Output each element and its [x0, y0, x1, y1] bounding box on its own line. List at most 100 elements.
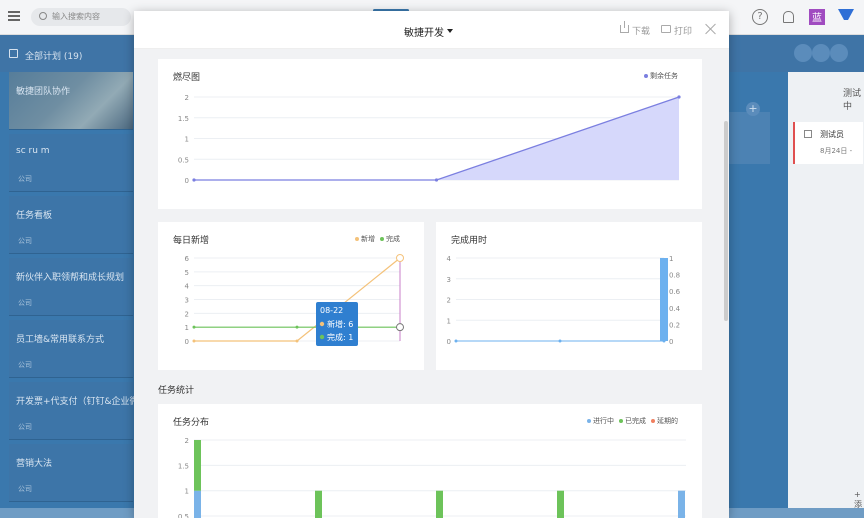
search-placeholder: 输入搜索内容 [52, 12, 100, 21]
close-icon[interactable] [705, 23, 717, 35]
y-tick-label: 4 [447, 255, 452, 263]
project-tag: 公司 [18, 361, 32, 369]
data-point [662, 339, 666, 343]
y-tick-label: 0 [185, 177, 189, 185]
tooltip-marker [319, 321, 325, 327]
hover-point [396, 254, 404, 262]
chart-legend: 新增 完成 [350, 234, 400, 244]
project-tag: 公司 [18, 299, 32, 307]
y-tick-label: 1 [447, 317, 451, 325]
chart-title: 每日新增 [173, 236, 210, 246]
chart-legend: 进行中 已完成 延期的 [582, 416, 678, 426]
bar [678, 490, 685, 518]
modal-body: 燃尽图 剩余任务 0 0.5 1 1.5 2 每日新增 新增 完成 0 1 2 3 4 5 6 08-2… [134, 49, 729, 518]
chart-title: 完成用时 [451, 236, 488, 246]
data-point [192, 178, 196, 182]
search-icon [39, 12, 47, 20]
chart-legend: 剩余任务 [639, 71, 678, 81]
menu-icon[interactable] [8, 11, 20, 21]
view-list-button[interactable] [794, 44, 812, 62]
print-button[interactable]: 打印 [674, 24, 692, 37]
project-name: sc ru m [16, 146, 50, 156]
project-name: 开发票+代支付（钉钉&企业微… [16, 397, 148, 407]
y-tick-label: 2 [447, 297, 451, 305]
tooltip-marker [319, 334, 325, 340]
y-tick-label: 2 [185, 437, 189, 445]
legend-item: 新增 [361, 235, 375, 243]
avatar[interactable]: 蓝 [809, 9, 825, 25]
y-tick-label: 5 [185, 269, 189, 277]
card-placeholder [728, 112, 770, 164]
project-tag: 公司 [18, 423, 32, 431]
project-card[interactable]: 敏捷团队协作 [9, 72, 133, 130]
diamond-icon[interactable] [838, 9, 854, 25]
help-icon[interactable]: ? [752, 9, 768, 25]
project-tag: 公司 [18, 485, 32, 493]
data-point [295, 339, 299, 343]
download-button[interactable]: 下载 [632, 24, 650, 37]
y-tick-label: 0.5 [178, 513, 189, 518]
project-name: 营销大法 [16, 459, 53, 469]
y-tick-label: 3 [185, 297, 189, 305]
task-checkbox[interactable] [804, 130, 812, 138]
bar [194, 490, 201, 518]
search-input[interactable]: 输入搜索内容 [31, 8, 131, 26]
y2-tick-label: 0.4 [669, 305, 681, 313]
project-card[interactable]: 员工墙&常用联系方式 公司 [9, 320, 133, 378]
legend-item: 延期的 [657, 417, 678, 425]
y-tick-label: 2 [185, 94, 189, 102]
modal-title[interactable]: 敏捷开发 [404, 24, 444, 39]
y-tick-label: 1.5 [178, 462, 189, 470]
legend-item: 已完成 [625, 417, 646, 425]
bar [436, 490, 443, 518]
y-tick-label: 6 [185, 255, 190, 263]
modal-scrollbar[interactable] [724, 121, 728, 321]
legend-item: 剩余任务 [650, 72, 678, 80]
project-name: 员工墙&常用联系方式 [16, 335, 105, 345]
y2-tick-label: 0.2 [669, 321, 680, 329]
data-point [558, 339, 562, 343]
project-name: 新伙伴入职领帮和成长规划 [16, 273, 125, 283]
chevron-down-icon[interactable] [447, 29, 453, 33]
y2-tick-label: 0.8 [669, 272, 680, 280]
project-card[interactable]: 新伙伴入职领帮和成长规划 公司 [9, 258, 133, 316]
data-point [434, 178, 439, 182]
data-point [295, 325, 299, 329]
project-card[interactable]: 任务看板 公司 [9, 196, 133, 254]
y2-tick-label: 1 [669, 255, 673, 263]
y-tick-label: 2 [185, 310, 189, 318]
view-board-button[interactable] [812, 44, 830, 62]
data-point [677, 95, 681, 99]
project-card[interactable]: 开发票+代支付（钉钉&企业微… 公司 [9, 382, 148, 440]
project-name: 任务看板 [16, 211, 53, 221]
plan-icon [9, 49, 18, 58]
plan-filter[interactable]: 全部计划 (19) [25, 49, 82, 62]
bar [660, 258, 668, 341]
task-title: 测试员 [820, 130, 844, 139]
y2-tick-label: 0.6 [669, 288, 681, 296]
print-icon[interactable] [661, 25, 671, 33]
y-tick-label: 0.5 [178, 156, 189, 164]
task-date: 8月24日 - [820, 147, 853, 155]
bell-icon[interactable] [780, 9, 796, 25]
download-icon[interactable] [620, 21, 629, 33]
task-card[interactable]: 测试员 8月24日 - [793, 122, 863, 164]
bar [194, 440, 201, 491]
section-label: 任务统计 [158, 386, 195, 396]
project-card[interactable]: 营销大法 公司 [9, 444, 133, 502]
y-tick-label: 4 [185, 283, 190, 291]
y-tick-label: 1.5 [178, 115, 189, 123]
add-list-button[interactable]: + [746, 102, 760, 116]
bar [315, 490, 322, 518]
project-name: 敏捷团队协作 [16, 87, 71, 97]
view-gantt-button[interactable] [830, 44, 848, 62]
y-tick-label: 1 [185, 136, 189, 144]
y-tick-label: 1 [185, 324, 189, 332]
lane-title: 测试中 [843, 89, 862, 112]
project-card[interactable]: sc ru m 公司 [9, 134, 133, 192]
hover-point [396, 323, 404, 332]
lane-testing: 测试中 测试员 8月24日 - + 添加任务 [788, 72, 864, 518]
duration-panel: 完成用时 0 1 2 3 4 0 0.2 0.4 0.6 0.8 1 [436, 222, 702, 370]
task-distribution-panel: 任务分布 进行中 已完成 延期的 0.5 1 1.5 2 [158, 404, 702, 518]
y-tick-label: 0 [185, 338, 189, 346]
